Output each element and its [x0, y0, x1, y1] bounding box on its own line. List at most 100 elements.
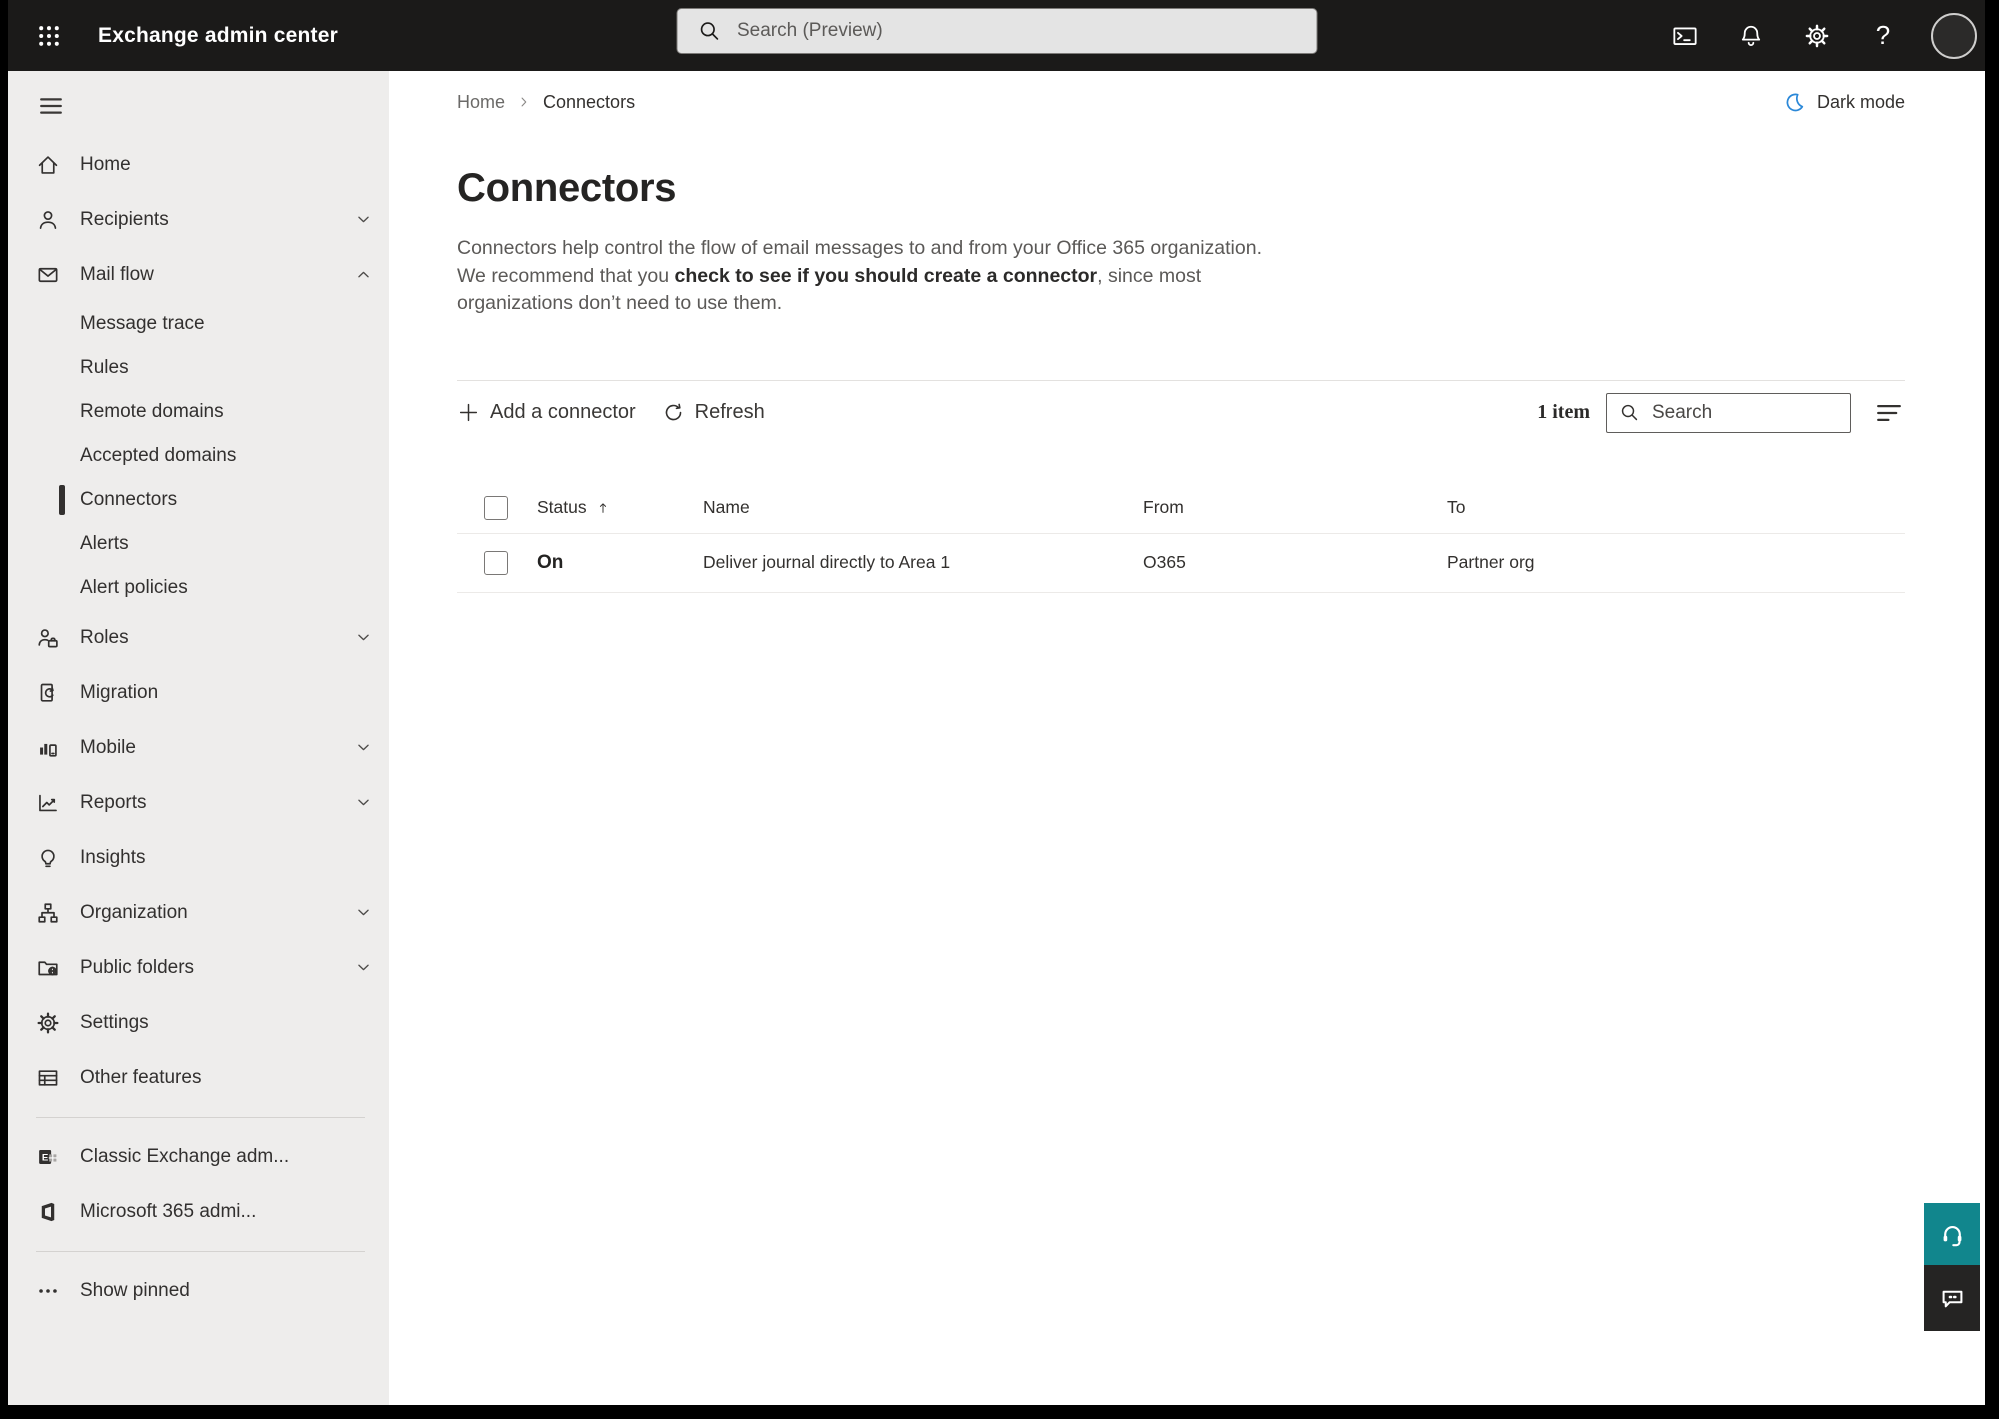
- bell-icon: [1738, 23, 1764, 49]
- sidebar-item-home[interactable]: Home: [8, 137, 389, 192]
- roles-icon: [36, 626, 60, 650]
- mail-icon: [36, 263, 60, 287]
- sidebar-item-alert-policies[interactable]: Alert policies: [8, 566, 389, 610]
- app-launcher-button[interactable]: [30, 17, 68, 55]
- search-icon: [1619, 402, 1640, 423]
- column-header-label: Status: [537, 497, 587, 517]
- select-all-checkbox[interactable]: [484, 495, 508, 520]
- table-row[interactable]: On Deliver journal directly to Area 1 O365…: [457, 532, 1905, 593]
- add-connector-label: Add a connector: [490, 401, 636, 423]
- gear-icon: [1804, 23, 1830, 49]
- home-icon: [36, 153, 60, 177]
- sidebar-item-mail-flow[interactable]: Mail flow: [8, 247, 389, 302]
- sidebar-item-show-pinned[interactable]: Show pinned: [8, 1263, 389, 1318]
- moon-icon: [1783, 91, 1806, 114]
- sidebar-item-microsoft-365-admi[interactable]: Microsoft 365 admi...: [8, 1184, 389, 1239]
- sidebar-item-public-folders[interactable]: Public folders: [8, 940, 389, 995]
- feedback-bubble-icon: [1939, 1285, 1966, 1312]
- sort-ascending-icon: [595, 500, 611, 516]
- sidebar-item-alerts[interactable]: Alerts: [8, 522, 389, 566]
- support-button[interactable]: [1924, 1203, 1980, 1265]
- collapse-nav-button[interactable]: [32, 87, 70, 125]
- sidebar-item-label: Rules: [80, 357, 129, 378]
- column-header-to[interactable]: To: [1447, 497, 1905, 518]
- sidebar-item-settings[interactable]: Settings: [8, 995, 389, 1050]
- sidebar-item-remote-domains[interactable]: Remote domains: [8, 390, 389, 434]
- hamburger-icon: [37, 92, 65, 120]
- sidebar-item-accepted-domains[interactable]: Accepted domains: [8, 434, 389, 478]
- sidebar-item-roles[interactable]: Roles: [8, 610, 389, 665]
- column-header-status[interactable]: Status: [537, 497, 703, 518]
- dark-mode-toggle[interactable]: Dark mode: [1783, 91, 1905, 114]
- column-header-name[interactable]: Name: [703, 497, 1143, 518]
- plus-icon: [457, 401, 480, 424]
- sidebar-item-migration[interactable]: Migration: [8, 665, 389, 720]
- settings-button[interactable]: [1799, 18, 1835, 54]
- sidebar-item-recipients[interactable]: Recipients: [8, 192, 389, 247]
- sidebar-item-label: Public folders: [80, 956, 195, 978]
- row-to: Partner org: [1447, 552, 1535, 572]
- chevron-up-icon: [354, 265, 373, 284]
- row-from: O365: [1143, 552, 1186, 572]
- terminal-icon: [1672, 23, 1698, 49]
- list-search-box[interactable]: [1606, 392, 1851, 433]
- sidebar-item-label: Roles: [80, 626, 129, 648]
- column-header-label: From: [1143, 497, 1184, 517]
- breadcrumb-home-link[interactable]: Home: [457, 92, 505, 113]
- sidebar-item-label: Classic Exchange adm...: [80, 1145, 290, 1167]
- item-count: 1 item: [1537, 401, 1590, 423]
- sidebar-item-rules[interactable]: Rules: [8, 346, 389, 390]
- chevron-down-icon: [354, 793, 373, 812]
- chevron-down-icon: [354, 628, 373, 647]
- sidebar-item-label: Connectors: [80, 489, 178, 510]
- app-title: Exchange admin center: [98, 23, 338, 47]
- sidebar-item-connectors[interactable]: Connectors: [8, 478, 389, 522]
- sidebar-item-other-features[interactable]: Other features: [8, 1050, 389, 1105]
- sidebar-item-label: Migration: [80, 681, 159, 703]
- add-connector-button[interactable]: Add a connector: [457, 401, 636, 424]
- sidebar-item-message-trace[interactable]: Message trace: [8, 302, 389, 346]
- global-search-input[interactable]: [735, 19, 1302, 43]
- create-connector-check-link[interactable]: check to see if you should create a conn…: [675, 265, 1098, 287]
- settings-icon: [36, 1011, 60, 1035]
- list-search-input[interactable]: [1650, 400, 1842, 425]
- ellipsis-icon: [36, 1279, 60, 1303]
- select-row-checkbox[interactable]: [484, 550, 508, 575]
- sidebar-item-label: Show pinned: [80, 1279, 190, 1301]
- main-content: Home Connectors Dark mode Connectors Con…: [389, 71, 1985, 1405]
- sidebar-item-classic-exchange-adm[interactable]: E Classic Exchange adm...: [8, 1129, 389, 1184]
- other-features-icon: [36, 1066, 60, 1090]
- sidebar-item-insights[interactable]: Insights: [8, 830, 389, 885]
- dark-mode-label: Dark mode: [1816, 91, 1905, 112]
- breadcrumb-current: Connectors: [543, 91, 636, 112]
- page-description: Connectors help control the flow of emai…: [457, 235, 1295, 318]
- sidebar-item-label: Alert policies: [80, 577, 188, 598]
- sidebar-item-label: Reports: [80, 791, 147, 813]
- sidebar-item-mobile[interactable]: Mobile: [8, 720, 389, 775]
- sidebar-item-label: Mail flow: [80, 263, 154, 285]
- sidebar-divider: [36, 1251, 365, 1252]
- refresh-button[interactable]: Refresh: [662, 401, 765, 424]
- connectors-table: Status Name From To On Deliver journal direc…: [457, 483, 1905, 593]
- sidebar-item-label: Remote domains: [80, 401, 224, 422]
- refresh-icon: [662, 401, 685, 424]
- notifications-button[interactable]: [1733, 18, 1769, 54]
- app-launcher-icon: [36, 23, 62, 49]
- account-avatar[interactable]: [1931, 12, 1977, 59]
- breadcrumb: Home Connectors: [457, 92, 635, 113]
- topbar-actions: ?: [1667, 12, 1985, 59]
- global-search-box[interactable]: [676, 8, 1317, 54]
- sidebar-item-label: Alerts: [80, 533, 129, 554]
- help-button[interactable]: ?: [1865, 18, 1901, 54]
- cloud-shell-button[interactable]: [1667, 18, 1703, 54]
- sidebar-item-label: Accepted domains: [80, 445, 237, 466]
- column-header-from[interactable]: From: [1143, 497, 1447, 518]
- filter-button[interactable]: [1873, 397, 1905, 429]
- question-mark-icon: ?: [1875, 20, 1891, 50]
- feedback-button[interactable]: [1924, 1265, 1980, 1331]
- chevron-down-icon: [354, 958, 373, 977]
- sidebar-item-reports[interactable]: Reports: [8, 775, 389, 830]
- floating-buttons: [1924, 1203, 1980, 1331]
- sidebar-item-organization[interactable]: Organization: [8, 885, 389, 940]
- top-bar: Exchange admin center ?: [8, 0, 1985, 71]
